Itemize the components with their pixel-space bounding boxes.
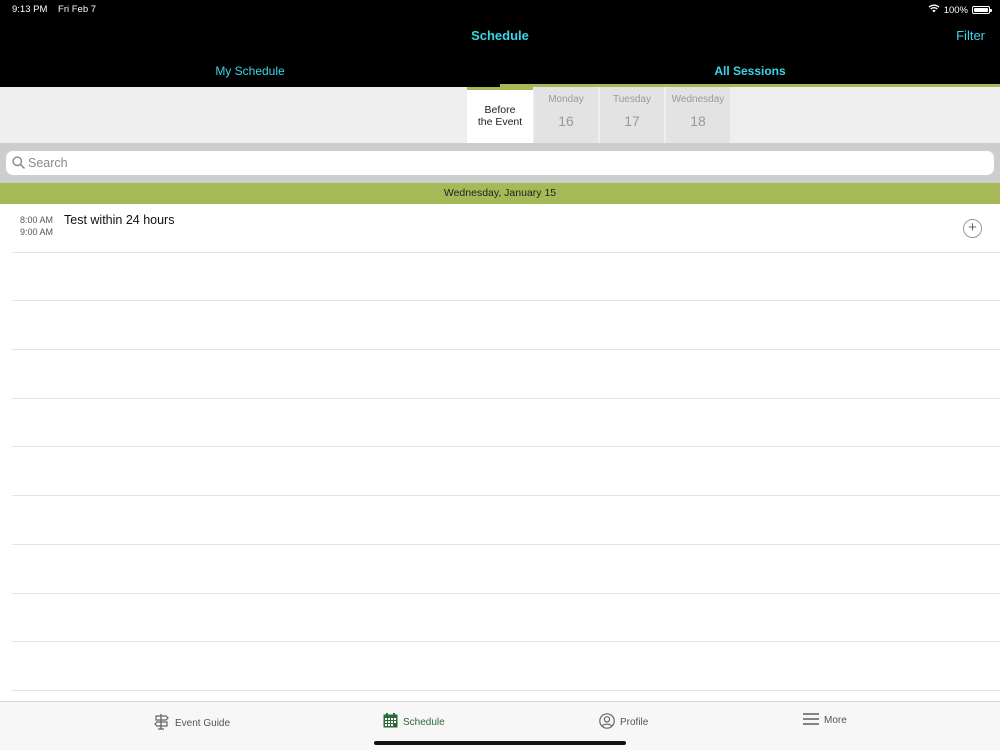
calendar-icon	[383, 713, 398, 731]
empty-row	[12, 253, 1000, 302]
section-date-header: Wednesday, January 15	[0, 183, 1000, 204]
status-bar: 9:13 PM Fri Feb 7 100%	[0, 0, 1000, 18]
menu-icon	[803, 713, 819, 728]
day-monday[interactable]: Monday 16	[534, 87, 598, 143]
day-label: Before the Event	[467, 104, 533, 128]
day-wednesday[interactable]: Wednesday 18	[666, 87, 730, 143]
tab-label: Profile	[620, 717, 649, 728]
tab-more[interactable]: More	[803, 713, 847, 728]
empty-row	[12, 496, 1000, 545]
tab-my-schedule[interactable]: My Schedule	[0, 54, 500, 87]
battery-percent: 100%	[943, 4, 968, 16]
day-label-line2: the Event	[477, 116, 523, 128]
session-times: 8:00 AM 9:00 AM	[20, 214, 53, 238]
empty-row	[12, 594, 1000, 643]
session-list: 8:00 AM 9:00 AM Test within 24 hours +	[0, 204, 1000, 701]
battery-icon	[972, 6, 992, 14]
status-date: Fri Feb 7	[58, 4, 97, 15]
day-number: 18	[690, 113, 706, 129]
session-start-time: 8:00 AM	[20, 215, 54, 225]
day-tuesday[interactable]: Tuesday 17	[600, 87, 664, 143]
person-icon	[599, 713, 615, 732]
tab-event-guide[interactable]: Event Guide	[154, 713, 230, 733]
tab-label: More	[824, 715, 847, 726]
empty-row	[12, 447, 1000, 497]
tab-label: Event Guide	[175, 717, 231, 729]
day-number: 16	[558, 113, 574, 129]
empty-row	[12, 350, 1000, 399]
status-time: 9:13 PM	[12, 4, 48, 15]
filter-button[interactable]: Filter	[956, 28, 985, 43]
page-title: Schedule	[471, 28, 529, 43]
day-name: Monday	[548, 94, 584, 105]
empty-row	[12, 545, 1000, 594]
status-right: 100%	[928, 4, 992, 16]
wifi-icon	[928, 4, 940, 16]
day-number: 17	[624, 113, 640, 129]
search-bar	[0, 143, 1000, 183]
add-session-icon[interactable]: +	[963, 219, 982, 238]
day-before-event[interactable]: Before the Event	[467, 87, 533, 143]
empty-row	[12, 691, 1000, 701]
navigation-bar: Schedule Filter	[0, 18, 1000, 54]
day-selector: Before the Event Monday 16 Tuesday 17 We…	[0, 87, 1000, 143]
search-field[interactable]	[6, 151, 994, 175]
schedule-segments: My Schedule All Sessions	[0, 54, 1000, 87]
home-indicator[interactable]	[374, 741, 626, 745]
day-name: Wednesday	[671, 94, 725, 105]
status-left: 9:13 PM Fri Feb 7	[12, 4, 96, 15]
day-label-line1: Before	[484, 104, 516, 116]
empty-row	[12, 399, 1000, 448]
search-input[interactable]	[28, 153, 978, 173]
empty-row	[12, 301, 1000, 351]
signpost-icon	[154, 713, 170, 733]
day-name: Tuesday	[613, 94, 651, 105]
empty-row	[12, 642, 1000, 691]
tab-schedule[interactable]: Schedule	[383, 713, 445, 731]
session-end-time: 9:00 AM	[20, 227, 54, 237]
session-title: Test within 24 hours	[64, 213, 175, 227]
tab-label: Schedule	[403, 716, 445, 728]
tab-all-sessions[interactable]: All Sessions	[500, 54, 1000, 87]
tab-profile[interactable]: Profile	[599, 713, 648, 732]
session-row[interactable]: 8:00 AM 9:00 AM Test within 24 hours +	[12, 204, 1000, 253]
